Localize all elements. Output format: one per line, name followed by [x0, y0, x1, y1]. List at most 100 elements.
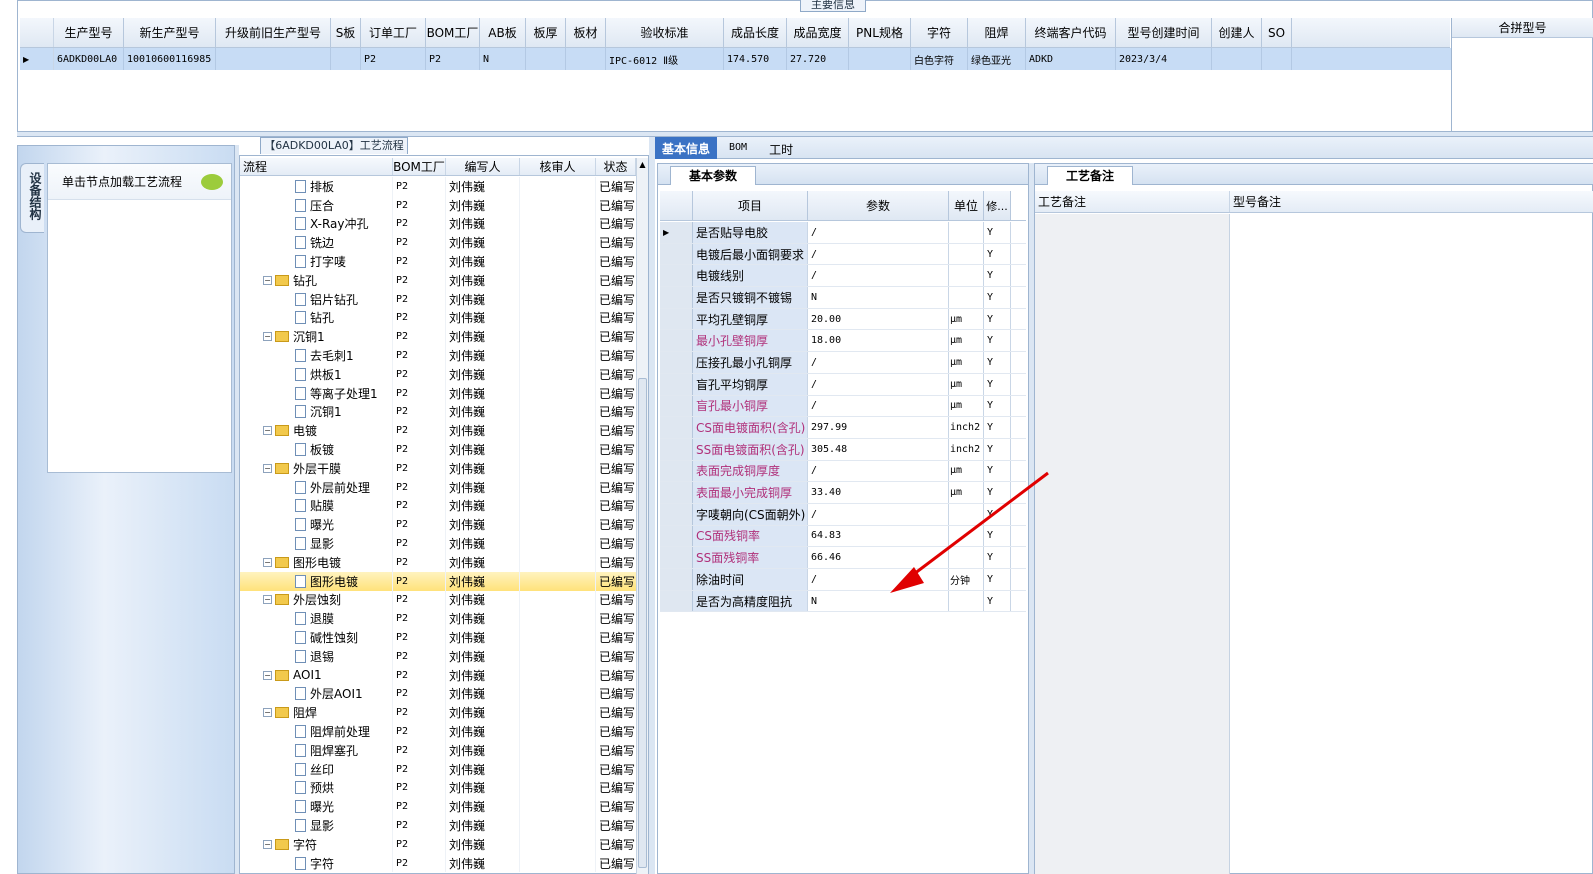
- tree-row[interactable]: 铣边 P2 刘伟巍 已编写: [240, 233, 636, 253]
- top-row-cell[interactable]: [849, 48, 911, 70]
- param-row[interactable]: 是否只镀铜不镀锡 N Y: [660, 287, 1026, 309]
- tree-row[interactable]: 板镀 P2 刘伟巍 已编写: [240, 440, 636, 459]
- col-header[interactable]: PNL规格: [849, 18, 911, 47]
- param-row[interactable]: ▶ 是否贴导电胶 / Y: [660, 222, 1026, 244]
- collapse-toggle-icon[interactable]: −: [263, 708, 272, 718]
- tree-row[interactable]: 外层AOI1 P2 刘伟巍 已编写: [240, 684, 636, 704]
- tree-row[interactable]: − 阻焊 P2 刘伟巍 已编写: [240, 703, 636, 723]
- middle-splitter[interactable]: [649, 137, 655, 874]
- collapse-toggle-icon[interactable]: −: [263, 426, 272, 436]
- tree-row[interactable]: 去毛刺1 P2 刘伟巍 已编写: [240, 346, 636, 365]
- tree-row[interactable]: − 字符 P2 刘伟巍 已编写: [240, 834, 636, 854]
- tree-row[interactable]: 阻焊塞孔 P2 刘伟巍 已编写: [240, 740, 636, 760]
- tree-col-header[interactable]: 核审人: [520, 158, 596, 175]
- top-row-cell[interactable]: 27.720: [787, 48, 849, 70]
- tree-row[interactable]: 退锡 P2 刘伟巍 已编写: [240, 646, 636, 666]
- tree-col-header[interactable]: BOM工厂: [393, 158, 446, 175]
- col-header[interactable]: BOM工厂: [426, 18, 480, 47]
- vertical-tab-device-structure[interactable]: 设备结构: [20, 163, 44, 233]
- top-row-cell[interactable]: 白色字符: [911, 48, 968, 70]
- tree-row[interactable]: 外层前处理 P2 刘伟巍 已编写: [240, 477, 636, 497]
- col-header[interactable]: 新生产型号: [124, 18, 216, 47]
- tree-row[interactable]: 字符 P2 刘伟巍 已编写: [240, 853, 636, 873]
- param-row[interactable]: 电镀后最小面铜要求 / Y: [660, 243, 1026, 266]
- col-header[interactable]: 板厚: [526, 18, 566, 47]
- tree-row[interactable]: 贴膜 P2 刘伟巍 已编写: [240, 496, 636, 516]
- param-row[interactable]: SS面电镀面积(含孔) 305.48 inch2 Y: [660, 438, 1026, 461]
- tree-row[interactable]: 等离子处理1 P2 刘伟巍 已编写: [240, 383, 636, 403]
- param-row[interactable]: 压接孔最小孔铜厚 / μm Y: [660, 352, 1026, 374]
- tree-row[interactable]: 沉铜1 P2 刘伟巍 已编写: [240, 402, 636, 422]
- tree-row[interactable]: − 沉铜1 P2 刘伟巍 已编写: [240, 327, 636, 347]
- col-header[interactable]: S板: [331, 18, 361, 47]
- params-col-item[interactable]: 项目: [693, 191, 808, 220]
- param-row[interactable]: CS面电镀面积(含孔) 297.99 inch2 Y: [660, 417, 1026, 439]
- top-row-cell[interactable]: [216, 48, 331, 70]
- param-value[interactable]: /: [808, 373, 949, 395]
- tree-row[interactable]: 排板 P2 刘伟巍 已编写: [240, 177, 636, 196]
- tab-basic-info[interactable]: 基本信息: [655, 137, 718, 159]
- col-header[interactable]: AB板: [480, 18, 526, 47]
- tree-row[interactable]: − 钻孔 P2 刘伟巍 已编写: [240, 270, 636, 290]
- col-header[interactable]: 订单工厂: [361, 18, 426, 47]
- params-col-unit[interactable]: 单位: [949, 191, 984, 220]
- scroll-thumb[interactable]: [638, 378, 647, 868]
- tree-row[interactable]: − 外层干膜 P2 刘伟巍 已编写: [240, 458, 636, 478]
- tree-col-header[interactable]: 编写人: [446, 158, 520, 175]
- param-row[interactable]: 盲孔最小铜厚 / μm Y: [660, 395, 1026, 418]
- tab-work-hours[interactable]: 工时: [759, 137, 803, 159]
- top-row-cell[interactable]: P2: [361, 48, 426, 70]
- param-row[interactable]: 最小孔壁铜厚 18.00 μm Y: [660, 330, 1026, 353]
- tree-row[interactable]: 曝光 P2 刘伟巍 已编写: [240, 515, 636, 535]
- top-row-cell[interactable]: 2023/3/4: [1116, 48, 1212, 70]
- tree-row[interactable]: 丝印 P2 刘伟巍 已编写: [240, 759, 636, 779]
- scroll-up-arrow-icon[interactable]: ▲: [637, 158, 648, 172]
- tab-basic-params[interactable]: 基本参数: [670, 166, 756, 185]
- param-value[interactable]: 20.00: [808, 308, 949, 330]
- tree-row[interactable]: 阻焊前处理 P2 刘伟巍 已编写: [240, 722, 636, 741]
- tree-row[interactable]: − AOI1 P2 刘伟巍 已编写: [240, 665, 636, 685]
- params-col-value[interactable]: 参数: [808, 191, 949, 220]
- col-header[interactable]: 成品长度: [724, 18, 787, 47]
- tree-row[interactable]: 显影 P2 刘伟巍 已编写: [240, 534, 636, 553]
- col-header[interactable]: 板材: [566, 18, 606, 47]
- collapse-toggle-icon[interactable]: −: [263, 463, 272, 473]
- tree-row[interactable]: 铝片钻孔 P2 刘伟巍 已编写: [240, 289, 636, 309]
- col-header[interactable]: 字符: [911, 18, 968, 47]
- tree-col-header[interactable]: 状态: [596, 158, 636, 175]
- tree-row[interactable]: 显影 P2 刘伟巍 已编写: [240, 816, 636, 835]
- top-row-cell[interactable]: ADKD: [1026, 48, 1116, 70]
- tree-row[interactable]: 曝光 P2 刘伟巍 已编写: [240, 797, 636, 817]
- col-header[interactable]: 终端客户代码: [1026, 18, 1116, 47]
- param-row[interactable]: 盲孔平均铜厚 / μm Y: [660, 373, 1026, 396]
- param-value[interactable]: /: [808, 352, 949, 373]
- collapse-toggle-icon[interactable]: −: [263, 595, 272, 605]
- col-header[interactable]: 阻焊: [968, 18, 1026, 47]
- remark-col-process[interactable]: 工艺备注: [1035, 191, 1230, 212]
- tree-scrollbar[interactable]: ▲: [636, 158, 648, 874]
- remark-col-model[interactable]: 型号备注: [1230, 191, 1593, 212]
- param-value[interactable]: /: [808, 222, 949, 243]
- collapse-toggle-icon[interactable]: −: [263, 839, 272, 849]
- tree-row[interactable]: − 图形电镀 P2 刘伟巍 已编写: [240, 552, 636, 572]
- tab-process-remark[interactable]: 工艺备注: [1047, 166, 1133, 185]
- top-row-cell[interactable]: N: [480, 48, 526, 70]
- tree-row[interactable]: X-Ray冲孔 P2 刘伟巍 已编写: [240, 214, 636, 234]
- top-row-cell[interactable]: [1262, 48, 1292, 70]
- top-row-cell[interactable]: 6ADKD00LA0: [54, 48, 124, 70]
- top-row-cell[interactable]: P2: [426, 48, 480, 70]
- top-row-cell[interactable]: [566, 48, 606, 70]
- param-value[interactable]: 297.99: [808, 417, 949, 438]
- top-row-cell[interactable]: 绿色亚光: [968, 48, 1026, 70]
- param-value[interactable]: 18.00: [808, 330, 949, 352]
- param-value[interactable]: /: [808, 395, 949, 417]
- tree-row[interactable]: 烘板1 P2 刘伟巍 已编写: [240, 364, 636, 384]
- col-header[interactable]: 验收标准: [606, 18, 724, 47]
- remark-left-column[interactable]: [1035, 214, 1230, 874]
- tree-row[interactable]: 打字唛 P2 刘伟巍 已编写: [240, 252, 636, 271]
- tree-row[interactable]: 预烘 P2 刘伟巍 已编写: [240, 778, 636, 798]
- top-row-cell[interactable]: IPC-6012 Ⅱ级: [606, 48, 724, 70]
- params-col-modify[interactable]: 修...: [984, 191, 1011, 220]
- param-value[interactable]: /: [808, 265, 949, 287]
- param-value[interactable]: 305.48: [808, 438, 949, 460]
